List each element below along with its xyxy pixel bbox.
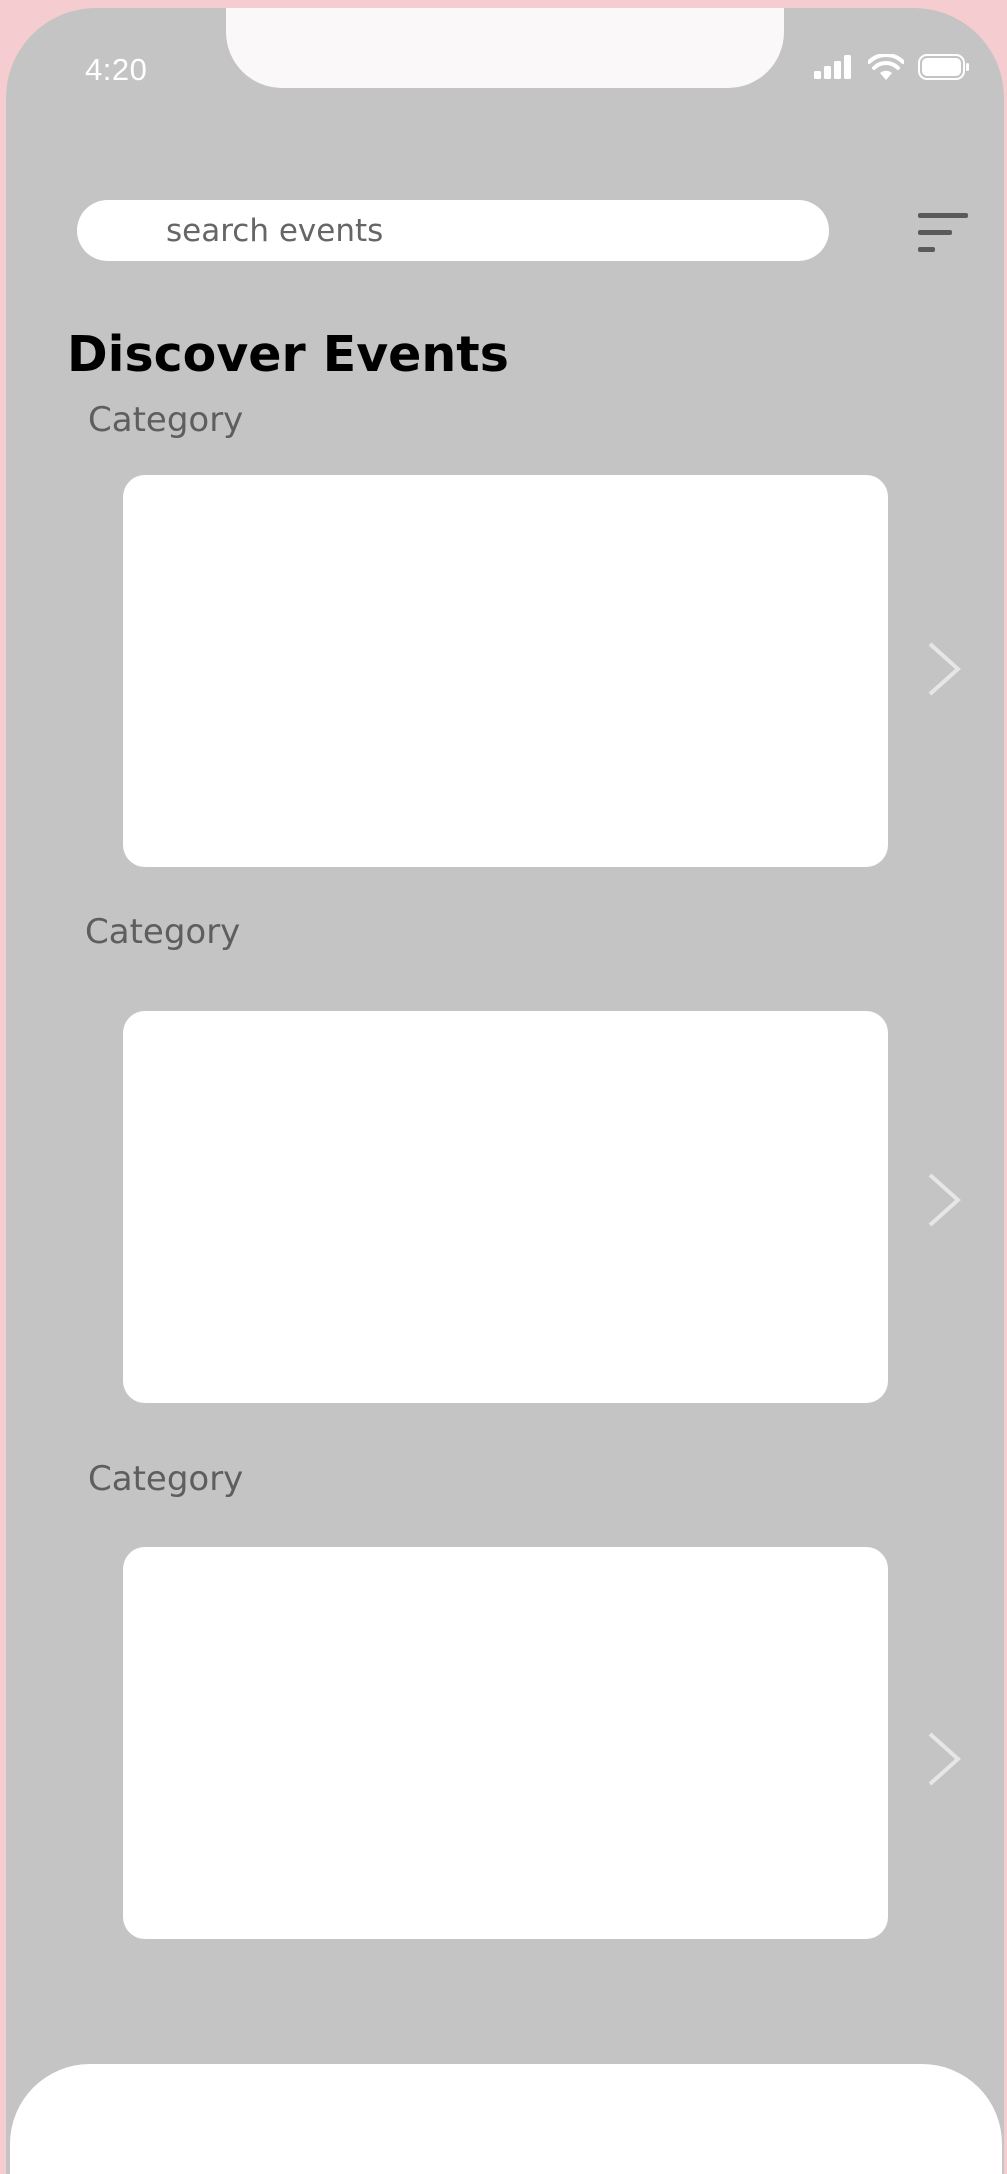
chevron-right-icon[interactable] (924, 1171, 964, 1229)
wifi-icon (868, 54, 904, 80)
category-label: Category (88, 400, 244, 440)
filter-menu-icon[interactable] (918, 211, 974, 255)
category-label: Category (88, 1459, 244, 1499)
bottom-bar (10, 2064, 1002, 2174)
phone-screen: 4:20 search events Discover Events Categ… (6, 8, 1004, 2174)
event-card[interactable] (123, 1547, 888, 1939)
search-placeholder: search events (166, 212, 384, 249)
page-title: Discover Events (67, 326, 509, 383)
category-label: Category (85, 912, 241, 952)
chevron-right-icon[interactable] (924, 640, 964, 698)
search-input[interactable]: search events (77, 200, 829, 261)
cellular-signal-icon (814, 55, 851, 79)
chevron-right-icon[interactable] (924, 1730, 964, 1788)
status-time: 4:20 (85, 52, 148, 87)
battery-icon (918, 54, 969, 80)
event-card[interactable] (123, 1011, 888, 1403)
device-notch (226, 8, 784, 88)
status-icons (814, 54, 970, 80)
event-card[interactable] (123, 475, 888, 867)
